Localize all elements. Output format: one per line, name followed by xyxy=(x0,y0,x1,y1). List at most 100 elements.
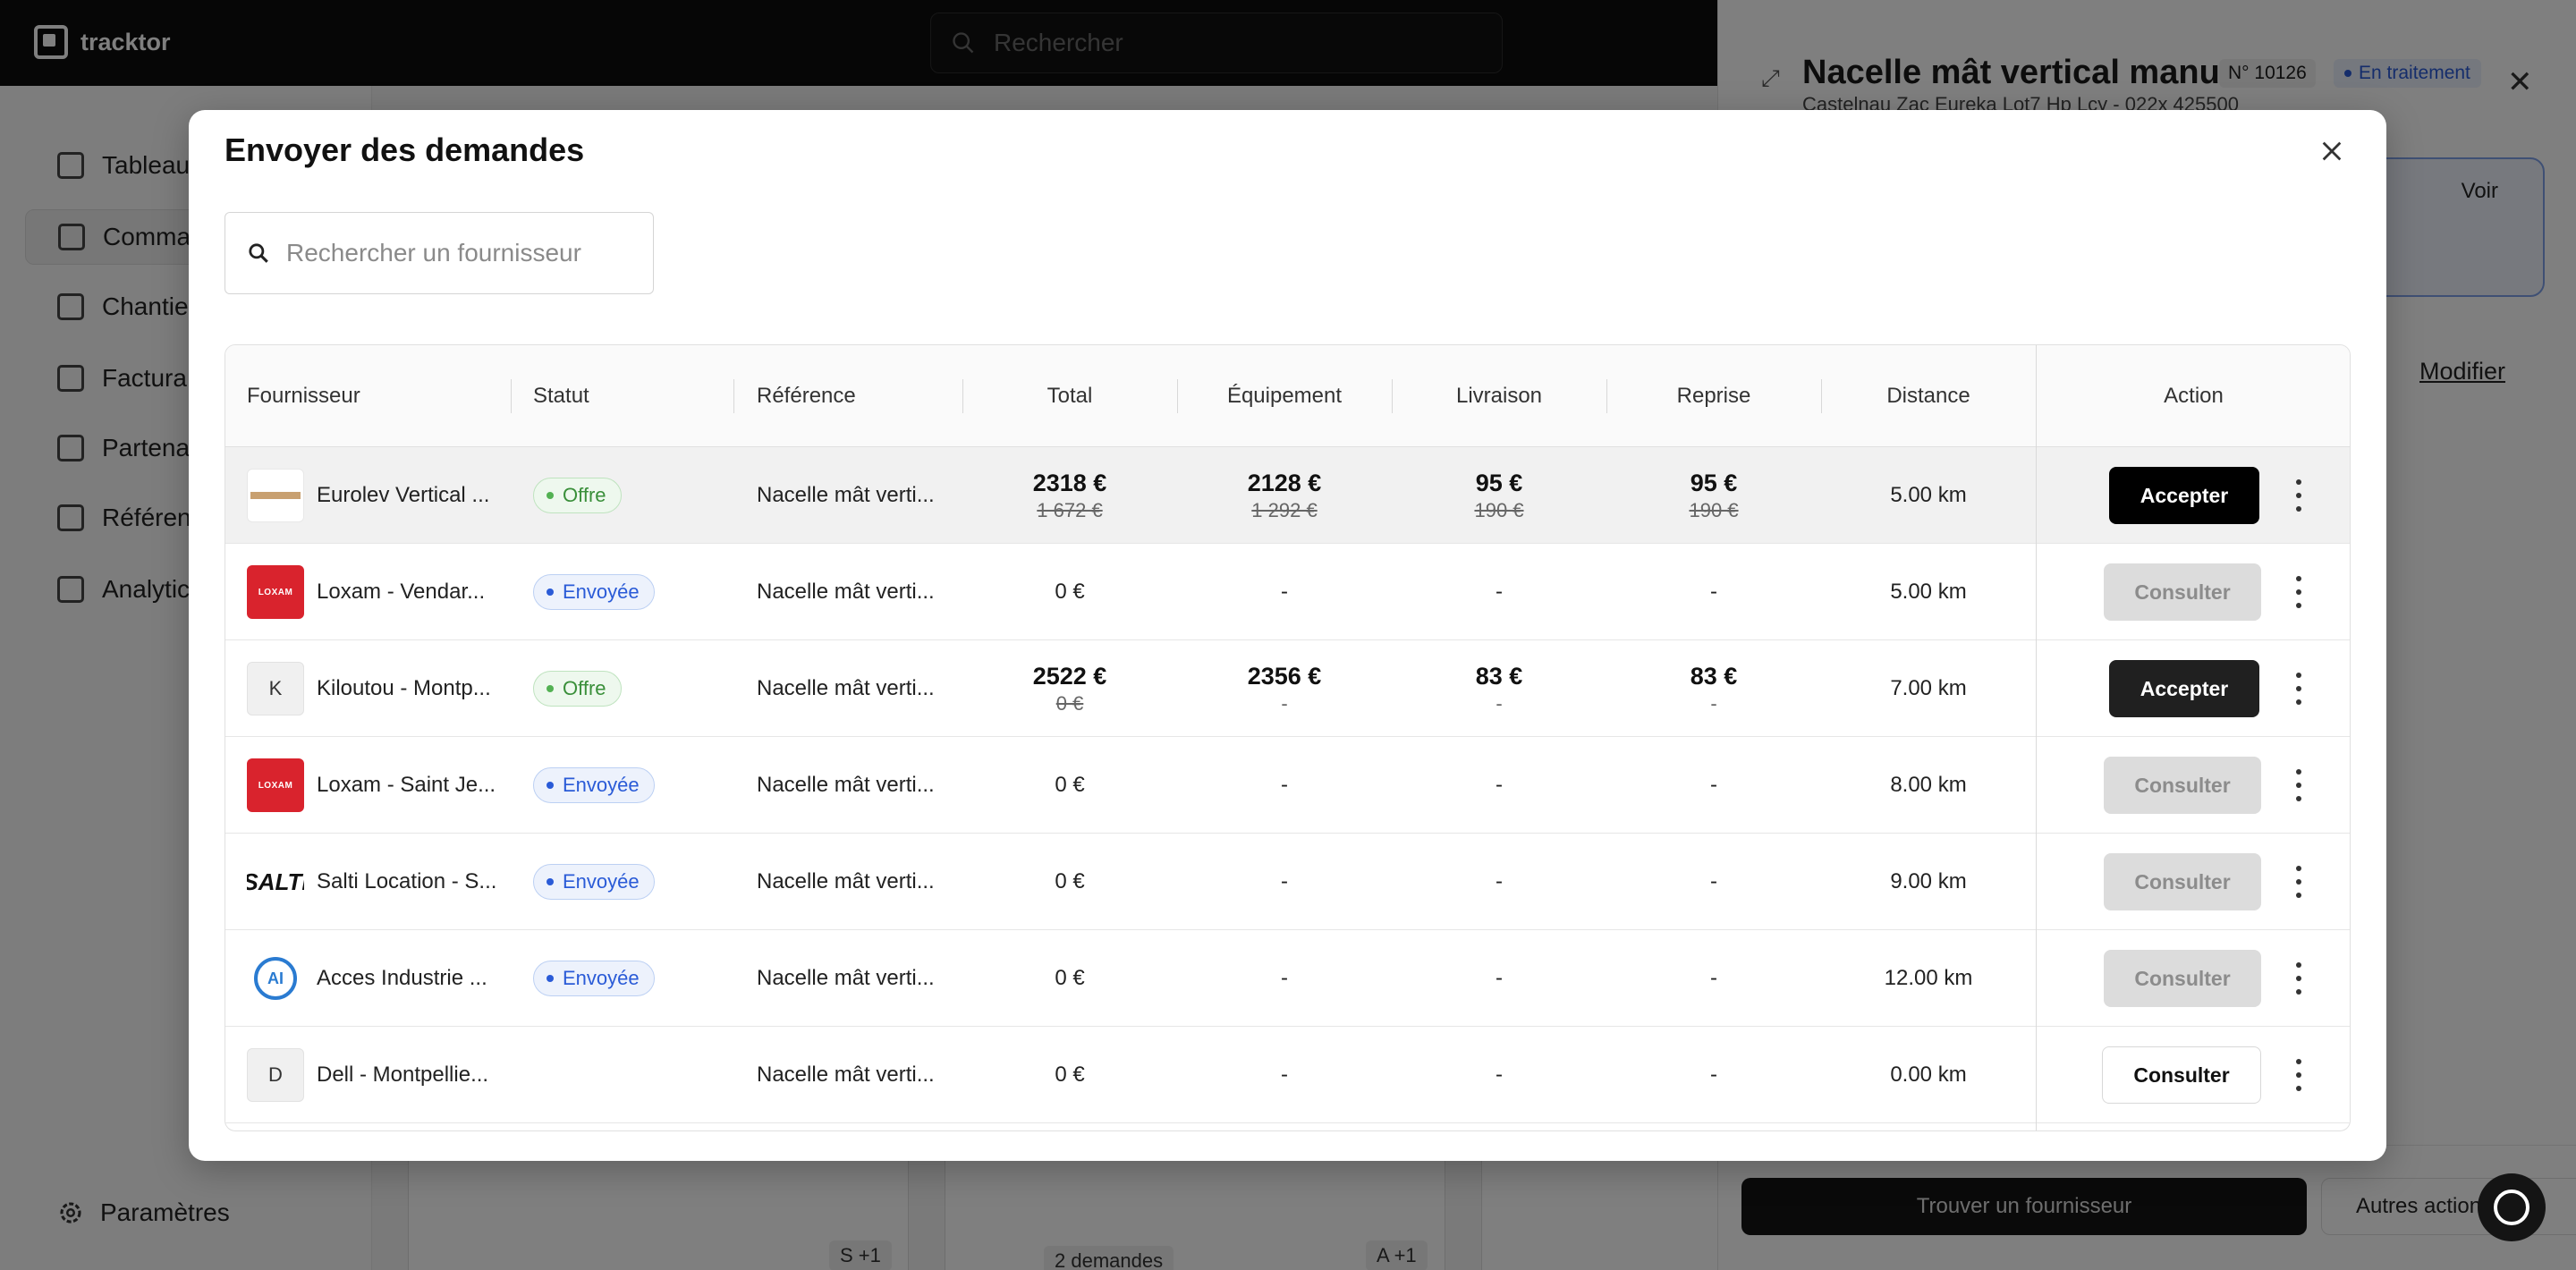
distance-cell: 12.00 km xyxy=(1884,966,1973,990)
status-label: Envoyée xyxy=(563,967,640,989)
status-dot xyxy=(547,588,554,596)
consult-button[interactable]: Consulter xyxy=(2104,853,2261,910)
total-cell: 0 € xyxy=(1055,1063,1085,1087)
supplier-logo: LOXAM xyxy=(247,758,304,812)
reference-cell: Nacelle mât verti... xyxy=(757,580,935,604)
equipment-cell: 2128 € 1 292 € xyxy=(1177,447,1392,544)
delivery-value: 95 € xyxy=(1475,470,1523,496)
supplier-name: Acces Industrie ... xyxy=(317,966,487,990)
equipment-old-value: - xyxy=(1281,692,1288,715)
supplier-logo: D xyxy=(247,1048,304,1102)
pickup-cell: 83 € - xyxy=(1606,640,1821,737)
column-separator xyxy=(733,379,734,413)
consult-button[interactable]: Consulter xyxy=(2104,950,2261,1007)
delivery-cell: - xyxy=(1496,966,1503,990)
total-old-value: 0 € xyxy=(1055,692,1084,715)
accept-button[interactable]: Accepter xyxy=(2109,660,2259,717)
support-chat-button[interactable] xyxy=(2478,1173,2546,1241)
table-row[interactable]: D Dell - Montpellie... Nacelle mât verti… xyxy=(225,1027,2350,1123)
status-badge: Envoyée xyxy=(533,961,655,996)
total-old-value: 1 672 € xyxy=(1037,499,1103,521)
consult-button[interactable]: Consulter xyxy=(2104,563,2261,621)
equipment-cell: - xyxy=(1281,773,1288,797)
total-cell: 2522 €0 € xyxy=(962,640,1177,737)
table-row[interactable]: Eurolev Vertical ... Offre Nacelle mât v… xyxy=(225,447,2350,544)
reference-cell: Nacelle mât verti... xyxy=(757,966,935,990)
column-header-equipment[interactable]: Équipement xyxy=(1177,345,1392,447)
reference-cell: Nacelle mât verti... xyxy=(757,676,935,700)
search-icon xyxy=(249,243,268,263)
delivery-cell: 83 € - xyxy=(1392,640,1606,737)
column-header-status[interactable]: Statut xyxy=(533,345,730,447)
reference-cell: Nacelle mât verti... xyxy=(757,483,935,507)
acces-logo-mark: AI xyxy=(254,957,297,1000)
supplier-name: Loxam - Saint Je... xyxy=(317,773,496,797)
equipment-cell: 2356 € - xyxy=(1177,640,1392,737)
status-dot xyxy=(547,975,554,982)
total-value: 2522 € xyxy=(1032,663,1107,690)
distance-cell: 5.00 km xyxy=(1890,580,1967,604)
more-options-icon[interactable] xyxy=(2288,769,2309,801)
action-column-divider xyxy=(2036,345,2037,1130)
consult-button[interactable]: Consulter xyxy=(2104,757,2261,814)
distance-cell: 0.00 km xyxy=(1890,1063,1967,1087)
delivery-cell: 95 € 190 € xyxy=(1392,447,1606,544)
column-header-total[interactable]: Total xyxy=(962,345,1177,447)
pickup-value: 95 € xyxy=(1690,470,1738,496)
pickup-cell: - xyxy=(1710,869,1717,893)
supplier-search-input[interactable] xyxy=(286,239,644,267)
pickup-value: 83 € xyxy=(1690,663,1738,690)
total-cell: 0 € xyxy=(1055,773,1085,797)
delivery-old-value: 190 € xyxy=(1474,499,1524,521)
status-label: Envoyée xyxy=(563,774,640,796)
delivery-cell: - xyxy=(1496,869,1503,893)
distance-cell: 8.00 km xyxy=(1890,773,1967,797)
close-icon[interactable] xyxy=(2314,133,2350,169)
more-options-icon[interactable] xyxy=(2288,576,2309,608)
column-header-delivery[interactable]: Livraison xyxy=(1392,345,1606,447)
column-header-action: Action xyxy=(2164,384,2224,408)
more-options-icon[interactable] xyxy=(2288,673,2309,705)
pickup-cell: - xyxy=(1710,580,1717,604)
more-options-icon[interactable] xyxy=(2288,479,2309,512)
consult-button[interactable]: Consulter xyxy=(2102,1046,2261,1104)
table-row[interactable]: AI Acces Industrie ... Envoyée Nacelle m… xyxy=(225,930,2350,1027)
distance-cell: 5.00 km xyxy=(1890,483,1967,507)
supplier-search[interactable] xyxy=(225,212,654,294)
total-cell: 0 € xyxy=(1055,966,1085,990)
equipment-cell: - xyxy=(1281,580,1288,604)
status-badge: Offre xyxy=(533,671,622,707)
more-options-icon[interactable] xyxy=(2288,866,2309,898)
table-row[interactable]: LOXAM Loxam - Saint Je... Envoyée Nacell… xyxy=(225,737,2350,834)
column-header-reference[interactable]: Référence xyxy=(757,345,953,447)
accept-button[interactable]: Accepter xyxy=(2109,467,2259,524)
status-label: Offre xyxy=(563,677,606,699)
column-header-supplier[interactable]: Fournisseur xyxy=(247,345,497,447)
status-label: Envoyée xyxy=(563,870,640,893)
supplier-name: Kiloutou - Montp... xyxy=(317,676,491,700)
column-header-distance[interactable]: Distance xyxy=(1821,345,2036,447)
pickup-cell: - xyxy=(1710,1063,1717,1087)
status-dot xyxy=(547,685,554,692)
status-dot xyxy=(547,492,554,499)
column-header-pickup[interactable]: Reprise xyxy=(1606,345,1821,447)
more-options-icon[interactable] xyxy=(2288,1059,2309,1091)
table-row[interactable]: LOXAM Loxam - Vendar... Envoyée Nacelle … xyxy=(225,544,2350,640)
pickup-cell: 95 € 190 € xyxy=(1606,447,1821,544)
more-options-icon[interactable] xyxy=(2288,962,2309,995)
pickup-old-value: - xyxy=(1710,692,1717,715)
chat-icon xyxy=(2494,1190,2529,1225)
status-label: Offre xyxy=(563,484,606,506)
equipment-value: 2128 € xyxy=(1247,470,1322,496)
supplier-name: Eurolev Vertical ... xyxy=(317,483,490,507)
delivery-cell: - xyxy=(1496,580,1503,604)
table-row[interactable]: SALTI Salti Location - S... Envoyée Nace… xyxy=(225,834,2350,930)
status-badge: Envoyée xyxy=(533,864,655,900)
distance-cell: 9.00 km xyxy=(1890,869,1967,893)
reference-cell: Nacelle mât verti... xyxy=(757,773,935,797)
pickup-cell: - xyxy=(1710,966,1717,990)
status-badge: Envoyée xyxy=(533,574,655,610)
table-row[interactable]: K Kiloutou - Montp... Offre Nacelle mât … xyxy=(225,640,2350,737)
supplier-name: Dell - Montpellie... xyxy=(317,1063,489,1087)
supplier-logo: AI xyxy=(247,952,304,1005)
